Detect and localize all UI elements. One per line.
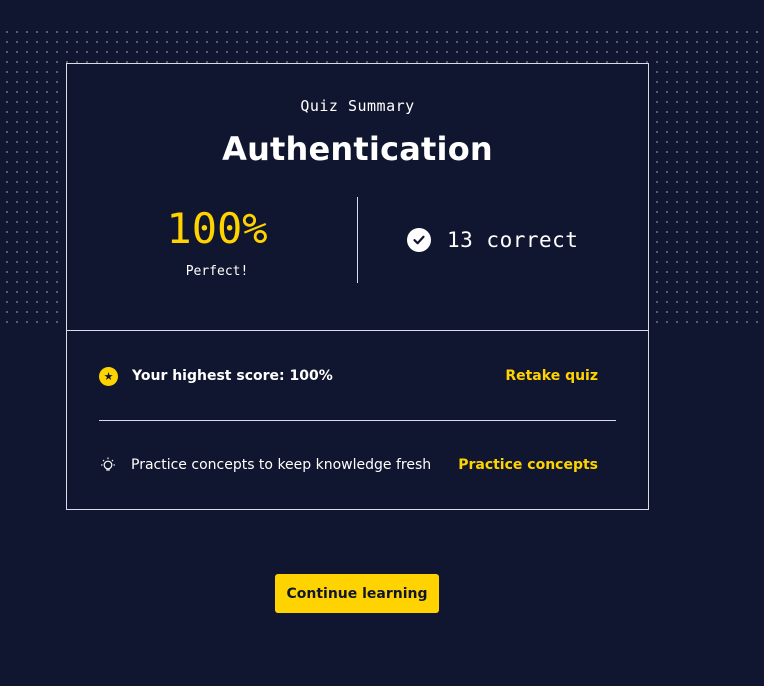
summary-header-section: Quiz Summary Authentication 100% Perfect… — [67, 64, 648, 331]
correct-count: 13 correct — [407, 228, 578, 252]
check-circle-icon — [407, 228, 431, 252]
continue-learning-button[interactable]: Continue learning — [275, 574, 439, 613]
quiz-title: Authentication — [222, 130, 493, 168]
highest-score-text: Your highest score: 100% — [132, 368, 333, 384]
practice-concepts-link[interactable]: Practice concepts — [458, 457, 598, 473]
score-percentage: 100% — [166, 204, 268, 253]
horizontal-divider — [99, 420, 616, 421]
quiz-summary-subtitle: Quiz Summary — [300, 97, 415, 115]
lightbulb-icon — [99, 456, 117, 474]
correct-count-text: 13 correct — [447, 228, 579, 252]
retake-quiz-link[interactable]: Retake quiz — [505, 368, 598, 384]
quiz-summary-card: Quiz Summary Authentication 100% Perfect… — [66, 63, 649, 510]
vertical-divider — [357, 197, 358, 283]
practice-text: Practice concepts to keep knowledge fres… — [131, 457, 432, 473]
summary-details-section: ★ Your highest score: 100% Retake quiz P… — [67, 331, 648, 509]
score-label: Perfect! — [185, 264, 249, 279]
star-circle-icon: ★ — [99, 366, 118, 386]
